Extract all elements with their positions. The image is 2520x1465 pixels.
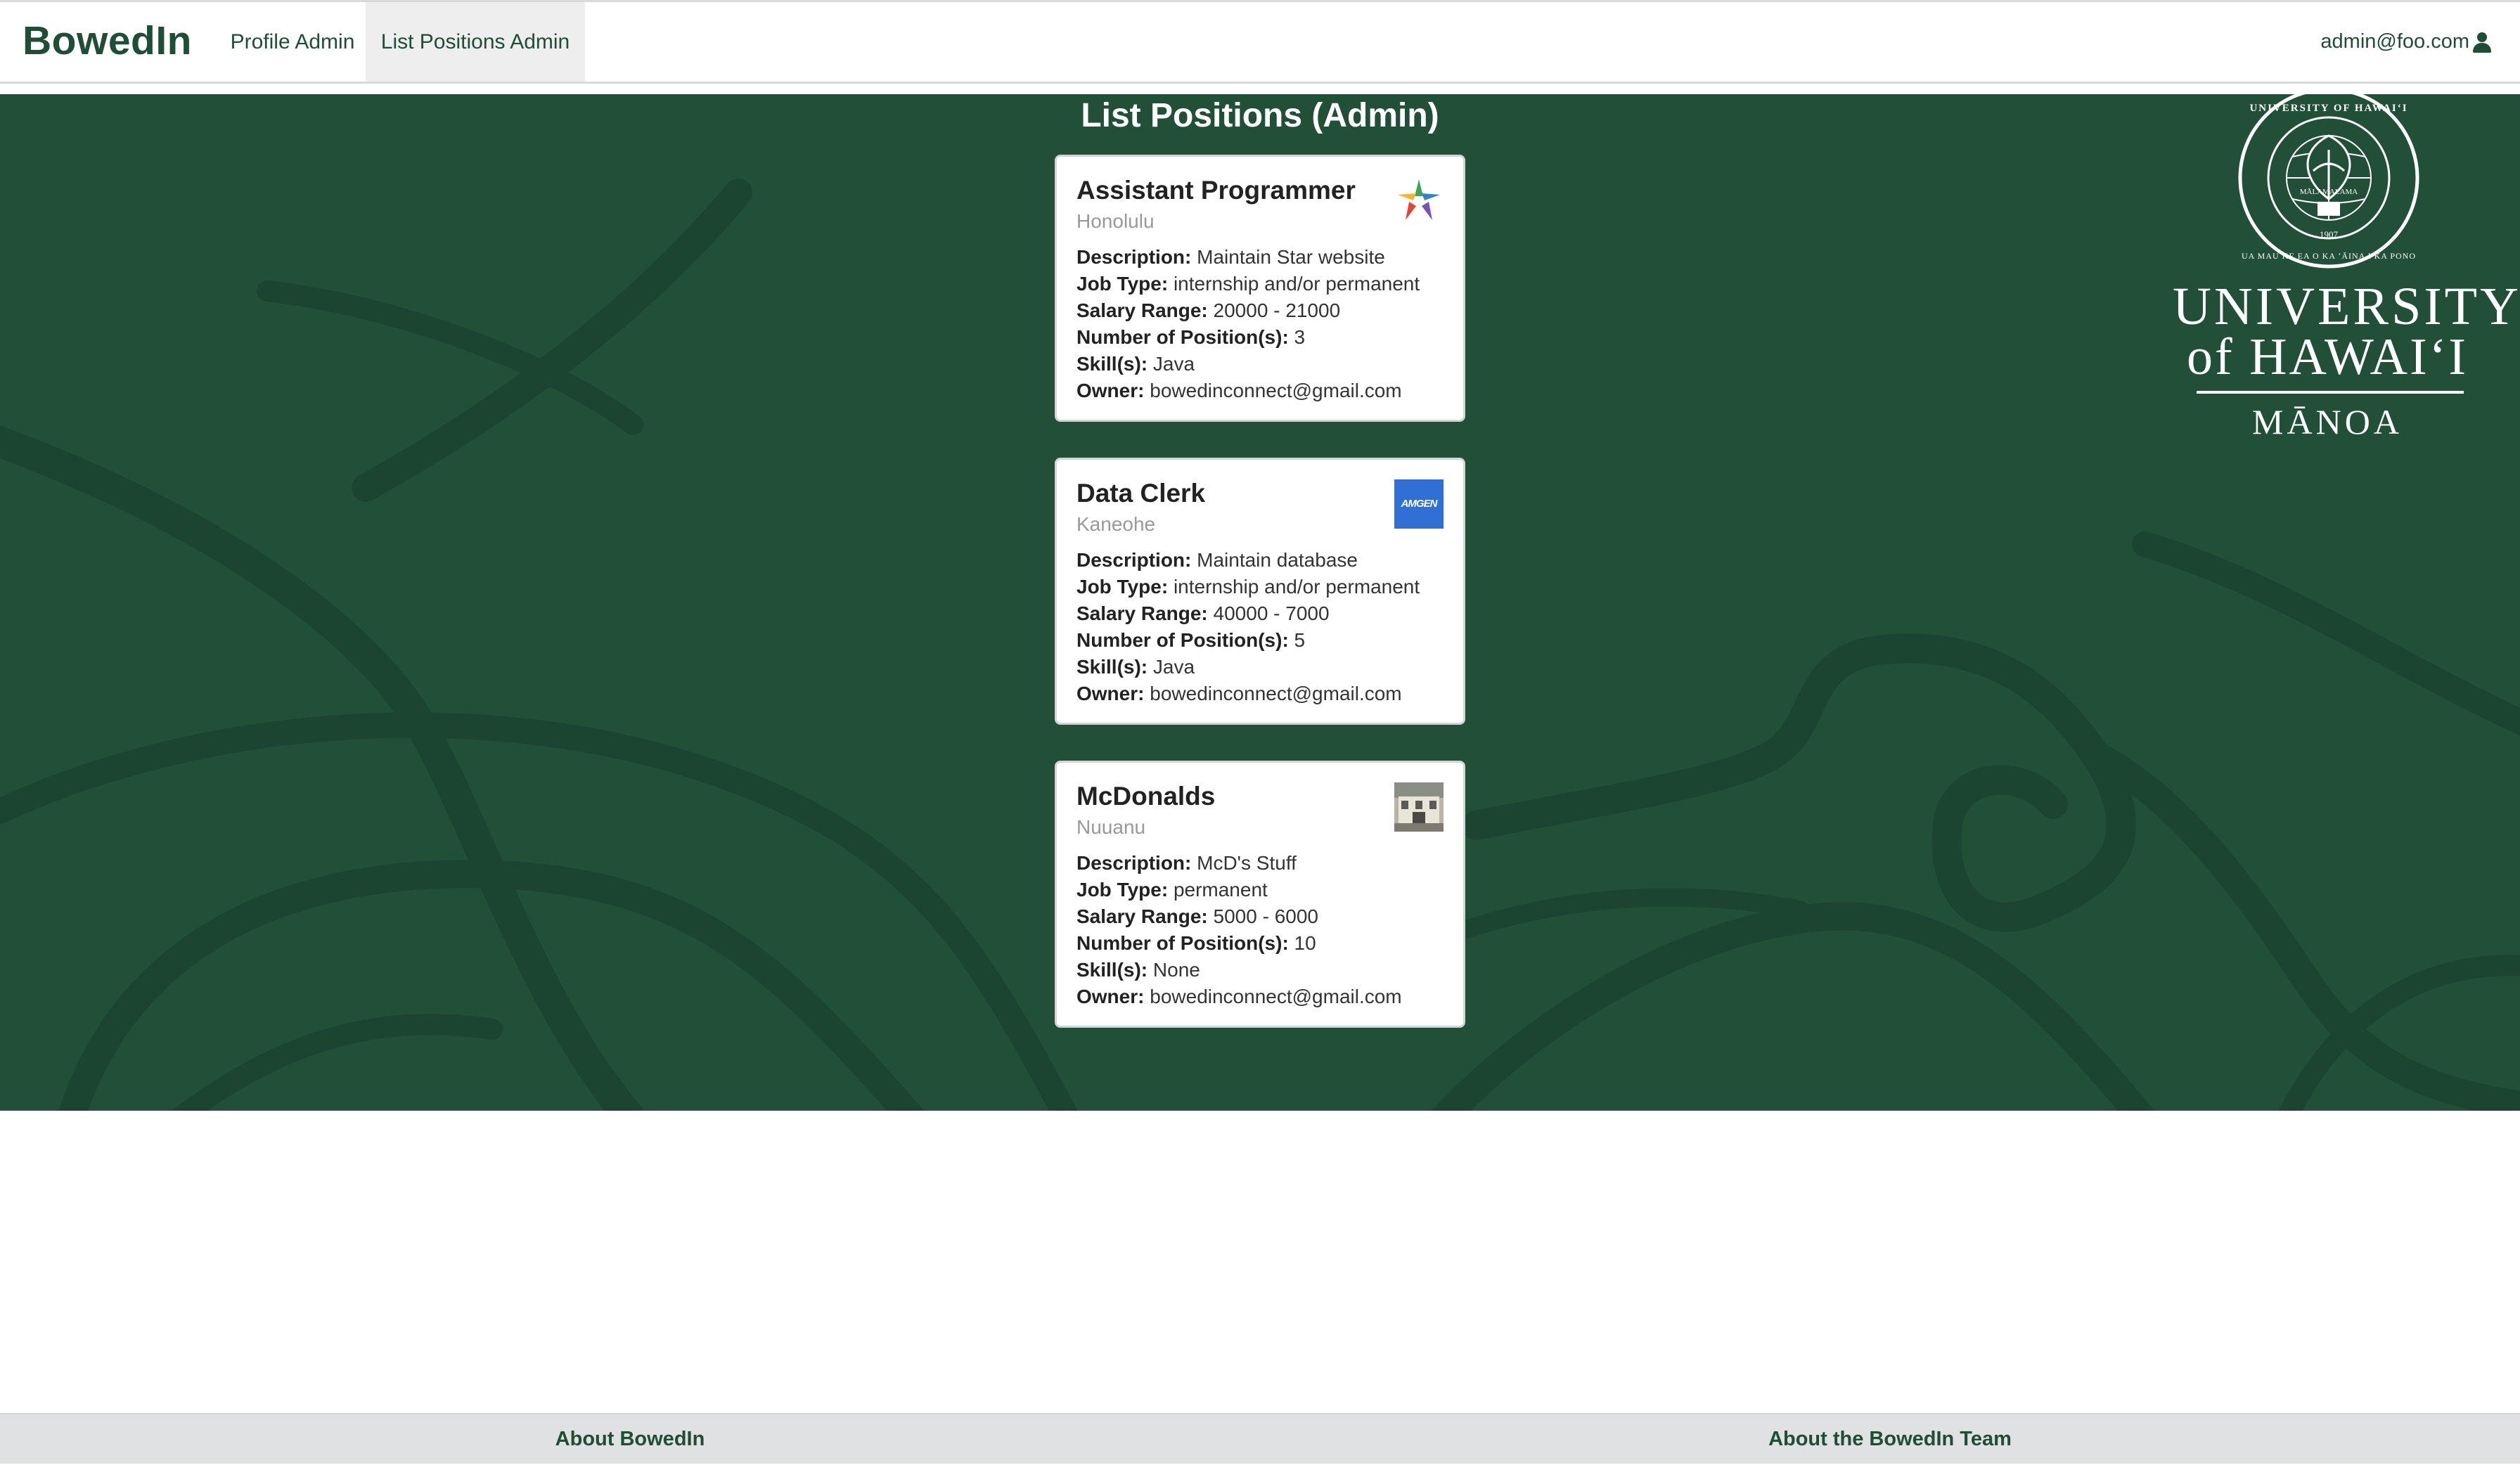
seal-motto: MĀLAMALAMA xyxy=(2300,188,2358,196)
positions-label: Number of Position(s): xyxy=(1076,932,1289,954)
position-card[interactable]: McDonalds Nuuanu Description: McD's Stuf… xyxy=(1055,761,1465,1028)
salary-range-label: Salary Range: xyxy=(1076,602,1208,624)
footer-about-link[interactable]: About BowedIn xyxy=(0,1414,1260,1465)
seal-year: 1907 xyxy=(2320,229,2339,240)
brand-logo[interactable]: BowedIn xyxy=(22,18,192,64)
card-title: Data Clerk xyxy=(1076,479,1206,508)
uh-logo-manoa: MĀNOA xyxy=(2252,402,2403,441)
skills-value: Java xyxy=(1152,353,1195,375)
seal-bottom-text: UA MAU KE EA O KA ‘ĀINA I KA PONO xyxy=(2242,251,2416,261)
navbar: BowedIn Profile Admin List Positions Adm… xyxy=(0,0,2520,84)
description-label: Description: xyxy=(1076,549,1192,571)
user-email: admin@foo.com xyxy=(2320,30,2469,53)
nav-profile-admin[interactable]: Profile Admin xyxy=(202,2,382,82)
card-location: Nuuanu xyxy=(1076,816,1146,838)
card-location: Honolulu xyxy=(1076,210,1155,232)
salary-range-value: 20000 - 21000 xyxy=(1213,299,1341,321)
job-type-label: Job Type: xyxy=(1076,879,1169,901)
nav-list-positions-admin[interactable]: List Positions Admin xyxy=(366,2,585,82)
owner-label: Owner: xyxy=(1076,380,1145,401)
skills-label: Skill(s): xyxy=(1076,959,1148,981)
positions-value: 5 xyxy=(1294,629,1306,651)
job-type-value: internship and/or permanent xyxy=(1173,576,1420,598)
description-value: Maintain database xyxy=(1197,549,1358,571)
position-card[interactable]: Assistant Programmer Honolulu Descriptio… xyxy=(1055,155,1465,422)
card-title: McDonalds xyxy=(1076,782,1216,811)
owner-value: bowedinconnect@gmail.com xyxy=(1150,986,1402,1007)
salary-range-label: Salary Range: xyxy=(1076,905,1208,927)
salary-range-label: Salary Range: xyxy=(1076,299,1208,321)
salary-range-value: 5000 - 6000 xyxy=(1213,905,1318,927)
uh-logo-university: UNIVERSITY xyxy=(2173,277,2520,336)
card-title: Assistant Programmer xyxy=(1076,176,1356,205)
uh-logo-hawaii: of HAWAI‘I xyxy=(2186,328,2469,386)
description-value: Maintain Star website xyxy=(1197,246,1385,268)
skills-label: Skill(s): xyxy=(1076,353,1148,375)
job-type-label: Job Type: xyxy=(1076,576,1169,598)
user-icon xyxy=(2472,32,2492,53)
position-card[interactable]: Data Clerk Kaneohe Description: Maintain… xyxy=(1055,458,1465,725)
description-label: Description: xyxy=(1076,852,1192,874)
job-type-value: permanent xyxy=(1173,879,1268,901)
job-type-value: internship and/or permanent xyxy=(1173,273,1420,295)
footer-team-link[interactable]: About the BowedIn Team xyxy=(1260,1414,2520,1465)
owner-value: bowedinconnect@gmail.com xyxy=(1150,683,1402,704)
building-photo-icon xyxy=(1394,782,1444,832)
salary-range-value: 40000 - 7000 xyxy=(1213,602,1330,624)
owner-label: Owner: xyxy=(1076,683,1145,704)
skills-value: None xyxy=(1152,959,1200,981)
seal-text: UNIVERSITY OF HAWAI‘I xyxy=(2249,103,2408,114)
positions-label: Number of Position(s): xyxy=(1076,326,1289,348)
amgen-logo-icon: AMGEN xyxy=(1394,479,1444,529)
page-title: List Positions (Admin) xyxy=(1081,97,1439,134)
uh-logo-divider xyxy=(2197,391,2464,394)
skills-value: Java xyxy=(1152,656,1195,678)
description-label: Description: xyxy=(1076,246,1192,268)
star-logo-icon xyxy=(1398,179,1440,220)
skills-label: Skill(s): xyxy=(1076,656,1148,678)
owner-label: Owner: xyxy=(1076,986,1145,1007)
footer: About BowedIn About the BowedIn Team xyxy=(0,1413,2520,1464)
user-menu[interactable]: admin@foo.com xyxy=(2320,2,2492,82)
description-value: McD's Stuff xyxy=(1197,852,1297,874)
card-location: Kaneohe xyxy=(1076,513,1156,535)
positions-value: 3 xyxy=(1294,326,1306,348)
uh-seal-logo: UNIVERSITY OF HAWAI‘I MĀLAMALAMA 1907 UA… xyxy=(2238,90,2419,269)
job-type-label: Job Type: xyxy=(1076,273,1169,295)
positions-label: Number of Position(s): xyxy=(1076,629,1289,651)
positions-value: 10 xyxy=(1294,932,1316,954)
owner-value: bowedinconnect@gmail.com xyxy=(1150,380,1402,401)
